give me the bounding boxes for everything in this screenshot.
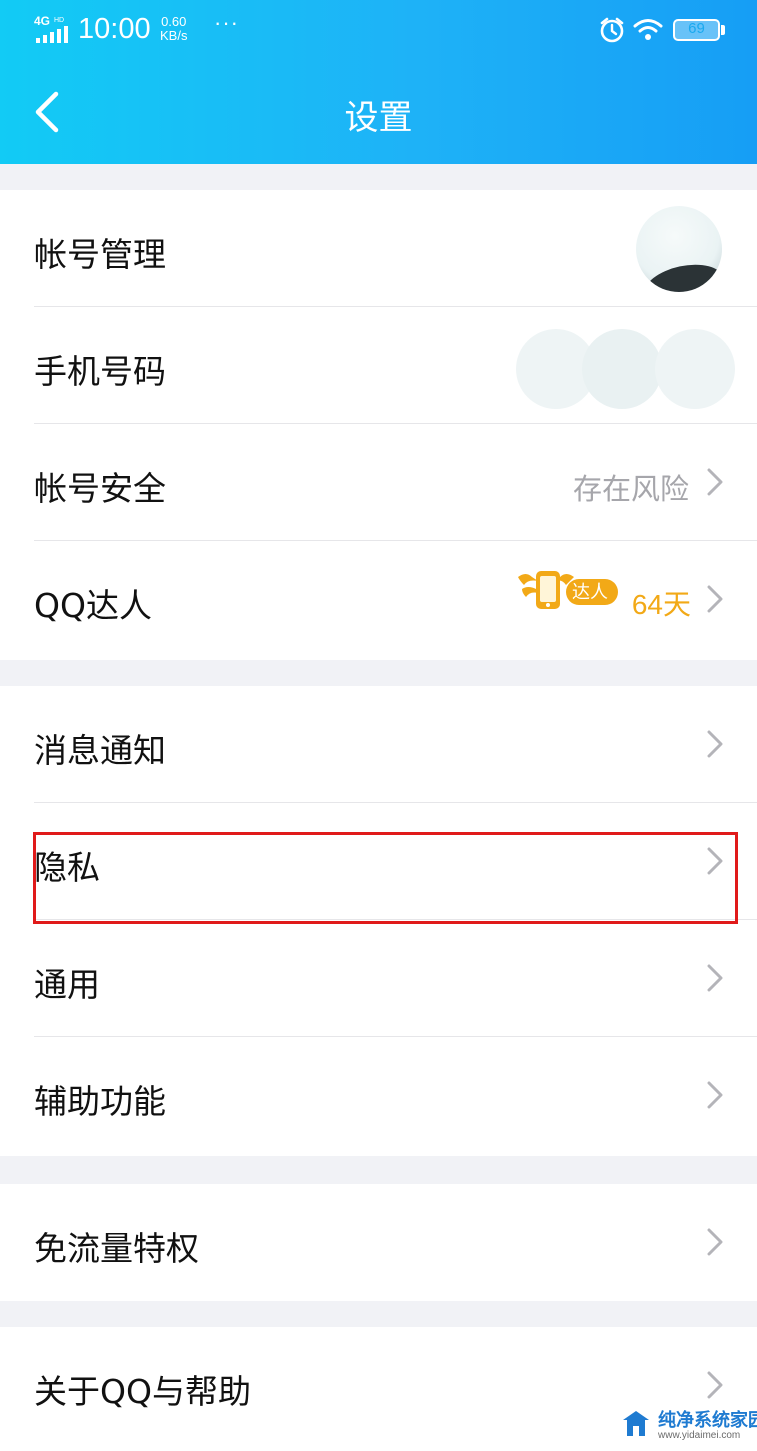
row-label: 隐私 <box>34 848 100 887</box>
security-status: 存在风险 <box>572 472 689 506</box>
status-bar: 4G HD 10:00 0.60 KB/s ··· 69 <box>0 0 757 60</box>
row-label: 帐号安全 <box>34 469 166 508</box>
watermark-name: 纯净系统家园 <box>658 1410 757 1431</box>
row-label: QQ达人 <box>34 586 152 625</box>
network-speed: 0.60 KB/s <box>160 14 188 43</box>
row-label: 免流量特权 <box>34 1229 199 1268</box>
settings-row-accessibility[interactable]: 辅助功能 <box>0 1037 757 1154</box>
row-label: 手机号码 <box>34 352 166 391</box>
phone-avatar-3 <box>655 329 735 409</box>
settings-row-phone-number[interactable]: 手机号码 <box>0 307 757 424</box>
svg-text:4G: 4G <box>34 14 50 28</box>
chevron-right-icon <box>707 847 723 875</box>
chevron-right-icon <box>707 468 723 496</box>
phone-avatar-2 <box>582 329 662 409</box>
watermark-url: www.yidaimei.com <box>658 1430 741 1441</box>
settings-row-free-data[interactable]: 免流量特权 <box>0 1184 757 1301</box>
settings-row-notifications[interactable]: 消息通知 <box>0 686 757 803</box>
settings-row-account-security[interactable]: 帐号安全 存在风险 <box>0 424 757 541</box>
avatar <box>636 206 722 292</box>
chevron-right-icon <box>707 964 723 992</box>
row-label: 辅助功能 <box>34 1082 166 1121</box>
row-label: 消息通知 <box>34 731 166 770</box>
battery-level: 69 <box>688 20 705 37</box>
preferences-group: 消息通知 隐私 通用 辅助功能 <box>0 686 757 1156</box>
nav-bar: 设置 <box>0 64 757 160</box>
watermark: 纯净系统家园 www.yidaimei.com <box>612 1400 757 1451</box>
chevron-right-icon <box>707 730 723 758</box>
qq-master-badge-label: 达人 <box>572 582 608 603</box>
svg-text:HD: HD <box>54 17 64 24</box>
qq-master-days: 64天 <box>631 589 691 620</box>
account-group: 帐号管理 手机号码 帐号安全 存在风险 QQ达人 达人 64天 <box>0 190 757 660</box>
settings-row-privacy[interactable]: 隐私 <box>0 803 757 920</box>
row-label: 通用 <box>34 965 100 1004</box>
battery-indicator: 69 <box>673 19 725 41</box>
settings-row-general[interactable]: 通用 <box>0 920 757 1037</box>
signal-icon: 4G HD <box>34 14 68 43</box>
chevron-right-icon <box>707 1081 723 1109</box>
settings-row-account-management[interactable]: 帐号管理 <box>0 190 757 307</box>
row-label: 帐号管理 <box>34 235 166 274</box>
chevron-right-icon <box>707 1371 723 1399</box>
page-title: 设置 <box>344 98 413 138</box>
header: 4G HD 10:00 0.60 KB/s ··· 69 设置 <box>0 0 757 164</box>
chevron-right-icon <box>707 585 723 613</box>
settings-row-qq-master[interactable]: QQ达人 达人 64天 <box>0 541 757 658</box>
watermark-logo-icon <box>623 1411 649 1436</box>
row-label: 关于QQ与帮助 <box>34 1372 251 1411</box>
chevron-right-icon <box>707 1228 723 1256</box>
data-privilege-group: 免流量特权 <box>0 1184 757 1301</box>
wifi-icon <box>633 19 663 40</box>
alarm-icon <box>600 17 624 43</box>
clock: 10:00 <box>78 13 151 45</box>
more-notifications-icon: ··· <box>214 10 239 35</box>
